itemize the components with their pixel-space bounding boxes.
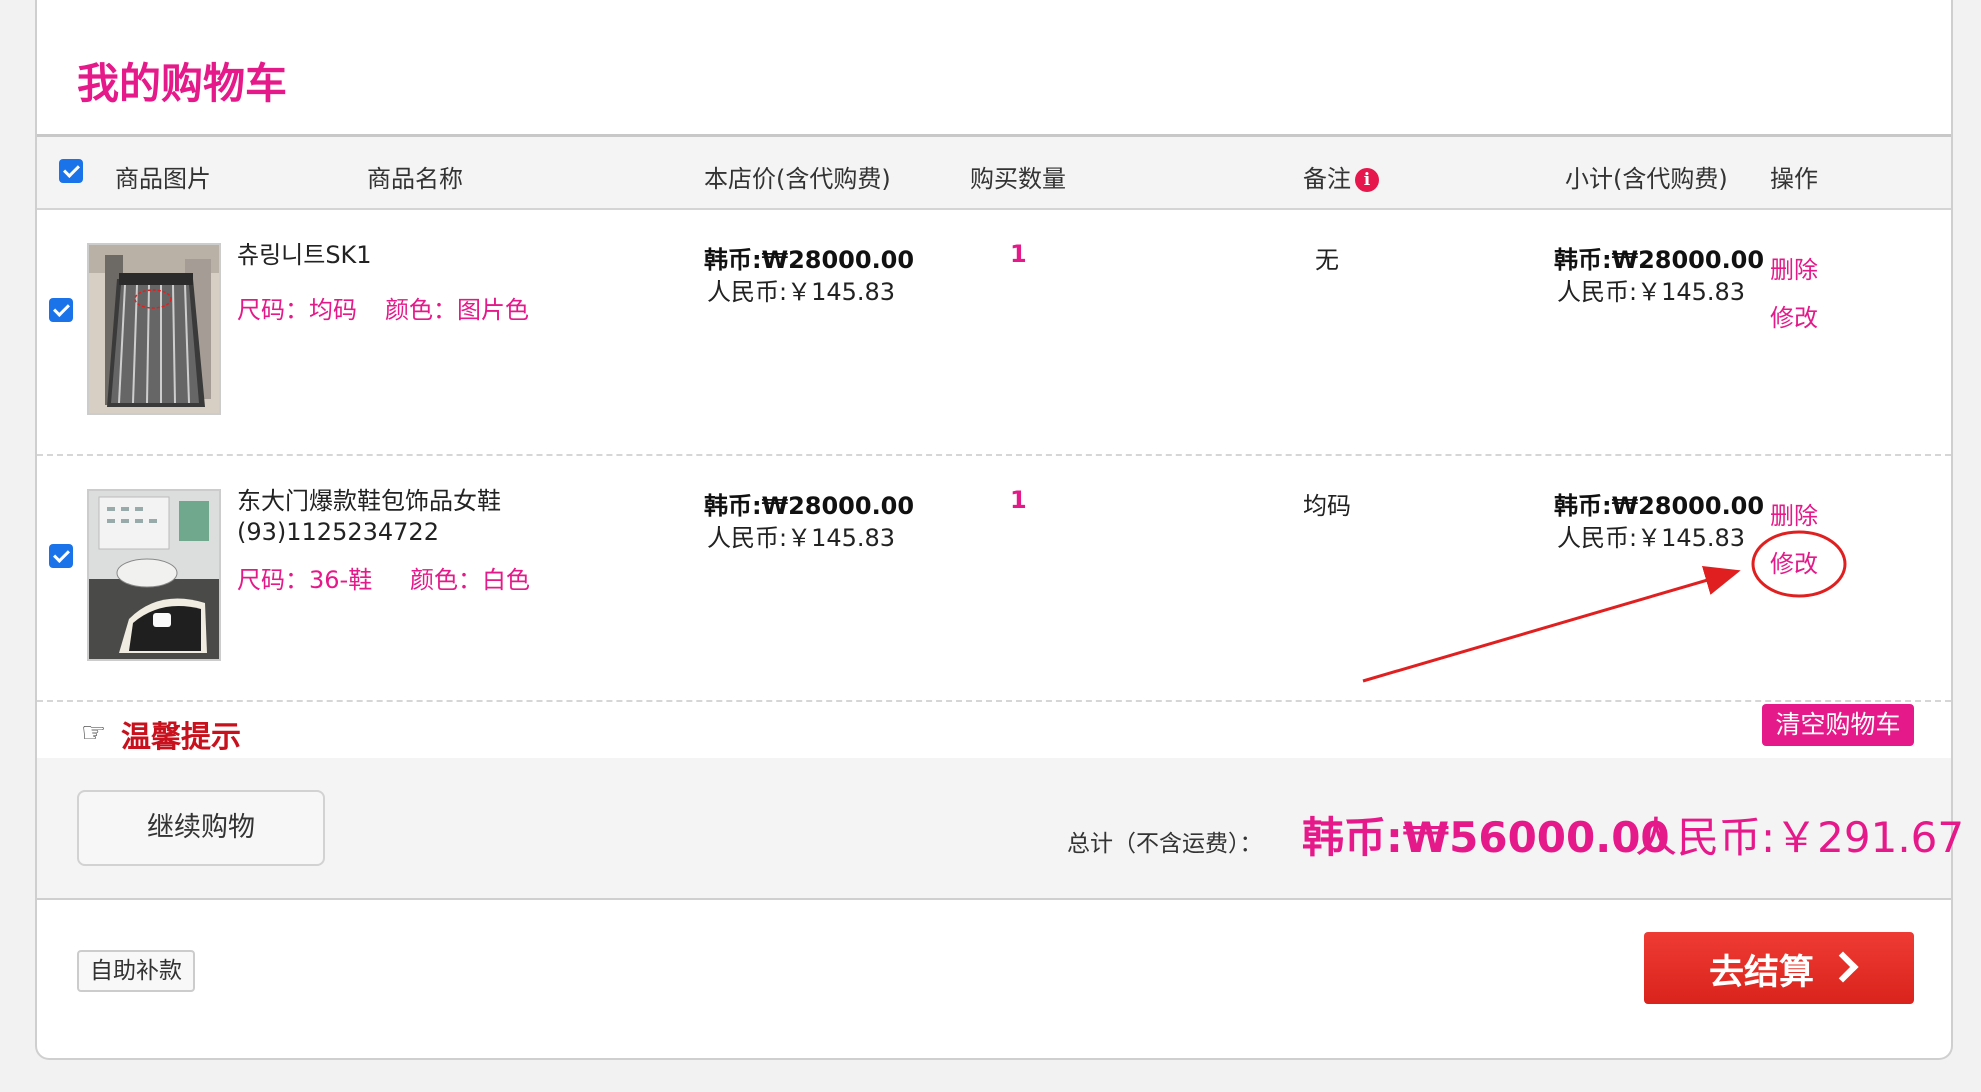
unit-price-cny: 人民币:￥145.83 [707, 524, 896, 552]
cart-panel: 我的购物车 商品图片 商品名称 本店价(含代购费) 购买数量 备注 i 小计(含代… [35, 0, 1964, 1060]
product-name[interactable]: 츄링니트SK1 [237, 240, 372, 271]
checkout-label: 去结算 [1709, 953, 1815, 993]
row-checkbox[interactable] [49, 298, 73, 322]
product-name[interactable]: 东大门爆款鞋包饰品女鞋 (93)1125234722 [237, 486, 501, 548]
header-remark-label: 备注 [1303, 165, 1351, 193]
subtotal-cny: 人民币:￥145.83 [1557, 278, 1746, 306]
delete-link[interactable]: 删除 [1770, 250, 1818, 285]
total-label: 总计（不含运费）： [1067, 831, 1263, 857]
page-title: 我的购物车 [77, 59, 288, 108]
product-size: 尺码：36-鞋 [237, 566, 373, 594]
subtotal-krw: 韩币:₩28000.00 [1554, 492, 1765, 520]
subtotal-krw: 韩币:₩28000.00 [1554, 246, 1765, 274]
delete-link[interactable]: 删除 [1770, 496, 1818, 531]
tips-label: 温馨提示 [121, 720, 241, 755]
continue-shopping-button[interactable]: 继续购物 [77, 790, 325, 866]
header-remark: 备注 i [1303, 159, 1379, 194]
select-all-checkbox[interactable] [59, 159, 83, 183]
quantity-value[interactable]: 1 [1010, 486, 1027, 514]
subtotal-cny: 人民币:￥145.83 [1557, 524, 1746, 552]
info-icon[interactable]: i [1355, 168, 1379, 192]
quantity-value[interactable]: 1 [1010, 240, 1027, 268]
total-cny: 人民币:￥291.67 [1635, 813, 1965, 862]
clear-cart-button[interactable]: 清空购物车 [1762, 704, 1914, 746]
unit-price-krw: 韩币:₩28000.00 [704, 246, 915, 274]
header-name: 商品名称 [367, 165, 463, 193]
product-name-line: 东大门爆款鞋包饰品女鞋 [237, 487, 501, 515]
total-krw: 韩币:₩56000.00 [1302, 813, 1670, 862]
edit-link[interactable]: 修改 [1770, 298, 1818, 333]
product-code: (93)1125234722 [237, 518, 439, 546]
edit-link[interactable]: 修改 [1770, 544, 1818, 579]
product-thumbnail[interactable] [87, 489, 221, 661]
header-quantity: 购买数量 [970, 165, 1066, 193]
remark-value: 均码 [1303, 492, 1351, 520]
row-checkbox[interactable] [49, 544, 73, 568]
header-image: 商品图片 [115, 165, 211, 193]
unit-price-cny: 人民币:￥145.83 [707, 278, 896, 306]
self-pay-button[interactable]: 自助补款 [77, 950, 195, 992]
table-row: 东大门爆款鞋包饰品女鞋 (93)1125234722 尺码：36-鞋 颜色：白色… [37, 456, 1951, 702]
remark-value: 无 [1315, 246, 1339, 274]
product-color: 颜色：图片色 [385, 296, 529, 324]
product-size: 尺码：均码 [237, 296, 357, 324]
product-thumbnail[interactable] [87, 243, 221, 415]
header-subtotal: 小计(含代购费) [1565, 165, 1728, 193]
product-color: 颜色：白色 [410, 566, 530, 594]
table-header: 商品图片 商品名称 本店价(含代购费) 购买数量 备注 i 小计(含代购费) 操作 [37, 134, 1951, 210]
header-actions: 操作 [1770, 165, 1818, 193]
pointing-hand-icon: ☞ [81, 716, 107, 749]
header-unit-price: 本店价(含代购费) [704, 165, 891, 193]
cart-summary: 继续购物 总计（不含运费）： 韩币:₩56000.00 人民币:￥291.67 [37, 758, 1964, 900]
chevron-right-icon [1827, 951, 1859, 983]
unit-price-krw: 韩币:₩28000.00 [704, 492, 915, 520]
checkout-button[interactable]: 去结算 [1644, 932, 1914, 1004]
table-row: 츄링니트SK1 尺码：均码 颜色：图片色 韩币:₩28000.00 人民币:￥1… [37, 210, 1951, 456]
